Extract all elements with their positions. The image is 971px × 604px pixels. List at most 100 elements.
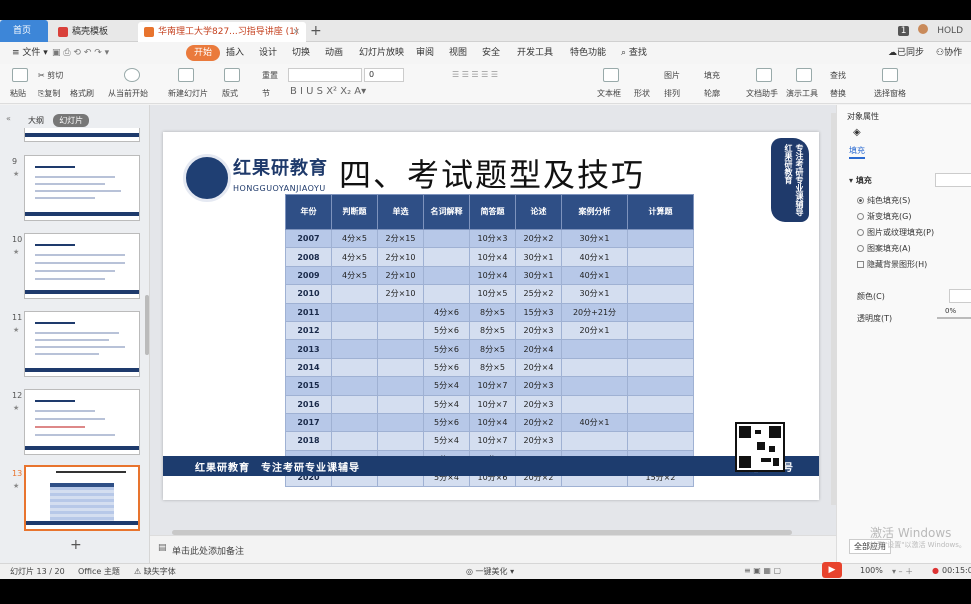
slide-number: 12	[12, 391, 23, 400]
slide-thumbnail-11[interactable]	[24, 311, 140, 377]
menu-security[interactable]: 安全	[482, 42, 500, 64]
textbox-icon[interactable]	[603, 68, 619, 82]
fill-bucket-icon[interactable]: ◈	[853, 127, 861, 138]
play-icon[interactable]	[124, 68, 140, 82]
table-cell: 10分×7	[469, 394, 516, 414]
view-mode-buttons[interactable]: ≡ ▣ ▦ ▢	[744, 566, 781, 575]
slide-number-selected: 13	[12, 469, 23, 478]
tab-slides[interactable]: 幻灯片	[53, 114, 90, 127]
menu-slideshow[interactable]: 幻灯片放映	[359, 42, 404, 64]
table-header-cell: 论述	[515, 194, 562, 230]
transparency-slider[interactable]	[937, 317, 971, 319]
notes-placeholder[interactable]: 单击此处添加备注	[172, 544, 244, 557]
table-year-cell: 2016	[285, 394, 332, 414]
textbox-button[interactable]: 文本框	[597, 88, 621, 99]
menu-search[interactable]: ⌕ 查找	[621, 42, 647, 64]
missing-font-indicator[interactable]: ⚠ 缺失字体	[134, 566, 176, 577]
paragraph-buttons[interactable]: ☰ ☰ ☰ ☰ ☰	[452, 70, 498, 79]
sync-status[interactable]: ☁已同步	[888, 42, 924, 64]
user-name[interactable]: HOLD	[937, 26, 963, 36]
cut-button[interactable]: ✂ 剪切	[38, 70, 63, 81]
layout-button[interactable]: 版式	[222, 88, 238, 99]
find-button[interactable]: 查找	[830, 70, 846, 81]
paste-icon[interactable]	[12, 68, 28, 82]
table-row: 2011 4分×6 8分×5 15分×3 20分+21分	[285, 302, 694, 322]
radio-gradient-fill[interactable]: 渐变填充(G)	[857, 211, 911, 222]
slide-thumbnail-12[interactable]	[24, 389, 140, 455]
menu-review[interactable]: 审阅	[416, 42, 434, 64]
table-cell	[331, 376, 378, 396]
font-name-select[interactable]	[288, 68, 362, 82]
tab-fill[interactable]: 填充	[849, 145, 865, 159]
menu-developer[interactable]: 开发工具	[517, 42, 553, 64]
outline-button[interactable]: 轮廓	[704, 88, 720, 99]
avatar[interactable]	[918, 24, 929, 34]
tab-outline[interactable]: 大纲	[22, 114, 50, 127]
tab-template[interactable]: 稿壳模板	[52, 22, 134, 42]
radio-solid-fill[interactable]: 纯色填充(S)	[857, 195, 910, 206]
slide[interactable]: 红果研教育 HONGGUOYANJIAOYU 四、考试题型及技巧 专注考研专业课…	[163, 132, 819, 500]
menu-view[interactable]: 视图	[449, 42, 467, 64]
pane-title: 对象属性	[847, 112, 879, 121]
image-button[interactable]: 图片	[664, 70, 680, 81]
close-icon[interactable]: ×	[292, 22, 300, 42]
color-picker[interactable]	[949, 289, 971, 303]
menu-design[interactable]: 设计	[259, 42, 277, 64]
font-style-buttons[interactable]: B I U S X² X₂ A▾	[290, 86, 366, 97]
menu-features[interactable]: 特色功能	[570, 42, 606, 64]
format-painter-button[interactable]: 格式刷	[70, 88, 94, 99]
slide-thumbnail-8-partial[interactable]	[24, 128, 140, 142]
tab-document[interactable]: 华南理工大学827...习指导讲座 (1) ×	[138, 22, 306, 42]
fill-section-header[interactable]: ▾ 填充	[849, 175, 872, 186]
radio-pattern-fill[interactable]: 图案填充(A)	[857, 243, 911, 254]
new-slide-icon[interactable]	[178, 68, 194, 82]
copy-button[interactable]: ⎘复制	[38, 88, 60, 99]
pane-scrollbar[interactable]	[145, 295, 149, 355]
add-slide-button[interactable]: +	[70, 537, 82, 553]
doc-helper-icon[interactable]	[756, 68, 772, 82]
beautify-button[interactable]: ◎ 一键美化 ▾	[466, 566, 514, 577]
window-count-badge[interactable]: 1	[897, 26, 910, 36]
radio-picture-fill[interactable]: 图片或纹理填充(P)	[857, 227, 934, 238]
table-year-cell: 2015	[285, 376, 332, 396]
fill-dropdown[interactable]	[935, 173, 971, 187]
replace-button[interactable]: 替换	[830, 88, 846, 99]
slideshow-play-button[interactable]: ▶	[822, 562, 842, 578]
new-slide-button[interactable]: 新建幻灯片	[168, 88, 208, 99]
table-cell: 5分×6	[423, 412, 470, 433]
present-tool-button[interactable]: 演示工具	[786, 88, 818, 99]
select-pane-button[interactable]: 选择窗格	[874, 88, 906, 99]
doc-helper-button[interactable]: 文档助手	[746, 88, 778, 99]
collab-button[interactable]: ⚇协作	[936, 42, 962, 64]
collapse-pane-icon[interactable]: «	[6, 114, 11, 123]
play-from-current-button[interactable]: 从当前开始	[108, 88, 148, 99]
menu-transition[interactable]: 切换	[292, 42, 310, 64]
select-pane-icon[interactable]	[882, 68, 898, 82]
zoom-controls[interactable]: ▾ – ＋	[892, 566, 913, 577]
font-size-select[interactable]: 0	[364, 68, 404, 82]
fill-button[interactable]: 填充	[704, 70, 720, 81]
file-menu[interactable]: ≡ 文件 ▾	[12, 42, 48, 64]
reset-button[interactable]: 重置	[262, 70, 278, 81]
hide-bg-checkbox[interactable]: 隐藏背景图形(H)	[857, 259, 927, 270]
menu-insert[interactable]: 插入	[226, 42, 244, 64]
slide-thumbnail-13[interactable]	[24, 465, 140, 531]
quick-access-icons[interactable]: ▣ ⎙ ⟲ ↶ ↷ ▾	[52, 42, 109, 64]
new-tab-button[interactable]: +	[310, 20, 322, 42]
menu-start[interactable]: 开始	[186, 45, 221, 61]
paste-label[interactable]: 粘贴	[10, 88, 26, 99]
slide-thumbnail-9[interactable]	[24, 155, 140, 221]
slide-number: 10	[12, 235, 23, 244]
tab-home[interactable]: 首页	[0, 20, 48, 42]
present-tool-icon[interactable]	[796, 68, 812, 82]
table-cell: 8分×5	[469, 339, 516, 359]
pane-tabs: 大纲 幻灯片	[22, 114, 90, 128]
zoom-level[interactable]: 100%	[860, 566, 883, 575]
menu-animation[interactable]: 动画	[325, 42, 343, 64]
arrange-button[interactable]: 排列	[664, 88, 680, 99]
layout-icon[interactable]	[224, 68, 240, 82]
shape-button[interactable]: 形状	[634, 88, 650, 99]
notes-bar[interactable]: ▤ 单击此处添加备注	[150, 535, 836, 563]
slide-thumbnail-10[interactable]	[24, 233, 140, 299]
section-button[interactable]: 节	[262, 88, 270, 99]
